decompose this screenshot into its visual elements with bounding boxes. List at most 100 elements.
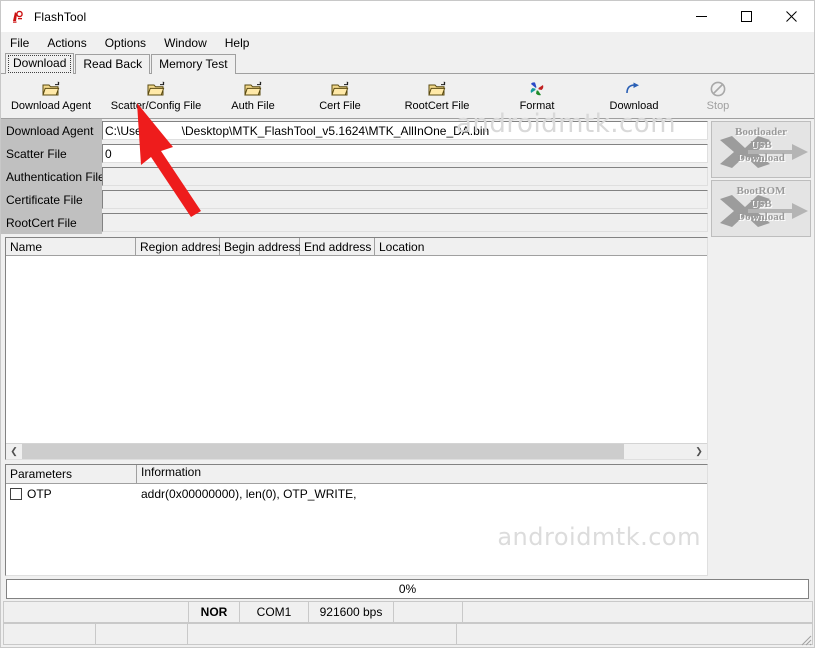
scroll-right-icon[interactable]: ❯ [691, 444, 707, 459]
status-cell-port: COM1 [239, 601, 309, 623]
toolbar-label: Download [609, 100, 659, 112]
tab-memory-test[interactable]: Memory Test [151, 54, 236, 74]
status-cell-baudrate: 921600 bps [308, 601, 394, 623]
scroll-left-icon[interactable]: ❮ [6, 444, 22, 459]
toolbar-button-scatter-config-file[interactable]: Scatter/Config File [101, 75, 211, 118]
tab-memory-test-label: Memory Test [159, 57, 228, 71]
column-header-begin-address[interactable]: Begin address [220, 238, 301, 256]
status2-cell-1 [3, 623, 96, 645]
file-row-download-agent: Download Agent [1, 119, 709, 142]
file-fields-group: Download Agent Scatter File Authenticati… [1, 119, 709, 234]
usb-download-buttons: Bootloader USB Download BootROM USB Down… [709, 119, 814, 576]
menu-item-help[interactable]: Help [225, 34, 258, 52]
open-folder-icon [146, 80, 166, 98]
download-arrow-icon [624, 80, 644, 98]
file-label: RootCert File [1, 211, 102, 234]
window-controls [679, 1, 814, 32]
usb-line-3: Download [737, 211, 785, 223]
partition-table-header: Name Region address Begin address End ad… [6, 238, 707, 256]
usb-line-1: BootROM [736, 185, 786, 197]
status-bar-secondary [1, 623, 814, 647]
parameters-table: Parameters Information OTP addr(0x000000… [5, 464, 708, 576]
download-agent-input[interactable] [102, 121, 708, 140]
otp-checkbox[interactable] [10, 487, 22, 500]
bootrom-usb-download-label: BootROM USB Download [712, 185, 810, 224]
menu-item-file[interactable]: File [10, 34, 37, 52]
toolbar-label: RootCert File [404, 100, 470, 112]
open-folder-icon [41, 80, 61, 98]
open-folder-icon [330, 80, 350, 98]
toolbar-button-rootcert-file[interactable]: RootCert File [385, 75, 489, 118]
watermark-bottom: androidmtk.com [497, 523, 701, 551]
toolbar-button-auth-file[interactable]: Auth File [211, 75, 295, 118]
usb-line-2: USB [750, 139, 772, 151]
title-bar: FlashTool [1, 1, 814, 32]
scroll-thumb[interactable] [22, 444, 625, 459]
authentication-file-input[interactable] [102, 167, 708, 186]
column-header-end-address[interactable]: End address [300, 238, 375, 256]
partition-table-hscrollbar[interactable]: ❮ ❯ [6, 443, 707, 459]
minimize-button[interactable] [679, 1, 724, 32]
toolbar-button-cert-file[interactable]: Cert File [295, 75, 385, 118]
tab-strip: Download Read Back Memory Test [1, 53, 814, 74]
file-row-scatter-file: Scatter File [1, 142, 709, 165]
column-header-region-address[interactable]: Region address [136, 238, 224, 256]
close-button[interactable] [769, 1, 814, 32]
format-pinwheel-icon [529, 80, 545, 98]
tab-read-back-label: Read Back [83, 57, 143, 71]
column-header-parameters[interactable]: Parameters [6, 465, 137, 484]
toolbar-button-download[interactable]: Download [585, 75, 683, 118]
rootcert-file-input[interactable] [102, 213, 708, 232]
toolbar: Download Agent Scatter/Config File Auth … [1, 74, 814, 119]
toolbar-button-stop[interactable]: Stop [683, 75, 753, 118]
flashtool-window: FlashTool File Actions Options Window He… [0, 0, 815, 648]
toolbar-label: Scatter/Config File [110, 100, 202, 112]
file-input-wrap [102, 165, 709, 188]
file-row-certificate-file: Certificate File [1, 188, 709, 211]
file-input-wrap [102, 211, 709, 234]
usb-line-2: USB [750, 198, 772, 210]
progress-percent-label: 0% [398, 582, 417, 596]
status-cell-empty-3 [462, 601, 813, 623]
parameter-name-label: OTP [27, 486, 52, 501]
column-header-location[interactable]: Location [375, 238, 707, 256]
status-bar: NOR COM1 921600 bps [1, 601, 814, 623]
table-row[interactable]: OTP addr(0x00000000), len(0), OTP_WRITE, [6, 484, 707, 503]
toolbar-label: Download Agent [10, 100, 92, 112]
maximize-button[interactable] [724, 1, 769, 32]
file-row-authentication-file: Authentication File [1, 165, 709, 188]
scatter-file-input[interactable] [102, 144, 708, 163]
stop-circle-icon [710, 80, 726, 98]
status-cell-empty-2 [393, 601, 463, 623]
menu-item-options[interactable]: Options [105, 34, 154, 52]
partition-table: Name Region address Begin address End ad… [5, 237, 708, 460]
parameters-table-header: Parameters Information [6, 465, 707, 484]
progress-bar: 0% [6, 579, 809, 599]
status-cell-empty-1 [3, 601, 189, 623]
tab-download[interactable]: Download [5, 53, 75, 74]
tab-download-label: Download [13, 56, 67, 70]
main-content: Download Agent Scatter File Authenticati… [1, 119, 814, 576]
menu-item-window[interactable]: Window [164, 34, 215, 52]
certificate-file-input[interactable] [102, 190, 708, 209]
bootloader-usb-download-button[interactable]: Bootloader USB Download [711, 121, 811, 178]
toolbar-label: Auth File [231, 100, 275, 112]
partition-table-body[interactable] [6, 256, 707, 443]
menu-item-actions[interactable]: Actions [47, 34, 94, 52]
file-label: Authentication File [1, 165, 105, 188]
toolbar-label: Format [519, 100, 555, 112]
toolbar-button-download-agent[interactable]: Download Agent [1, 75, 101, 118]
file-label: Scatter File [1, 142, 102, 165]
file-label: Download Agent [1, 119, 102, 142]
open-folder-icon [427, 80, 447, 98]
status2-cell-3 [187, 623, 457, 645]
left-column: Download Agent Scatter File Authenticati… [1, 119, 709, 576]
toolbar-button-format[interactable]: Format [489, 75, 585, 118]
scroll-track[interactable] [22, 444, 691, 459]
bootrom-usb-download-button[interactable]: BootROM USB Download [711, 180, 811, 237]
column-header-name[interactable]: Name [6, 238, 136, 256]
column-header-information[interactable]: Information [137, 465, 707, 484]
status2-cell-2 [95, 623, 188, 645]
resize-grip-icon[interactable] [798, 632, 812, 646]
tab-read-back[interactable]: Read Back [75, 54, 151, 74]
